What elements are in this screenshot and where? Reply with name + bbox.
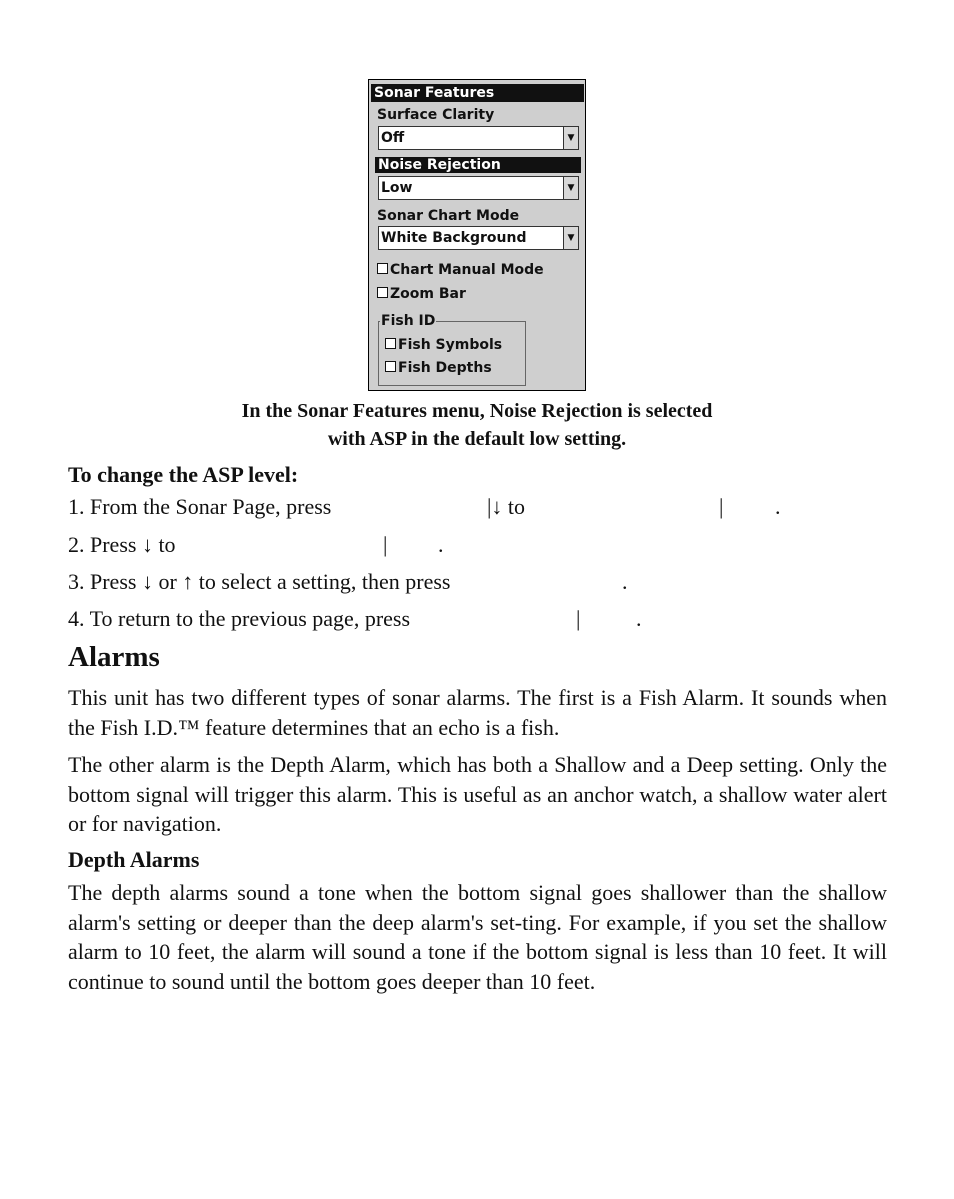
step-3-text: 3. Press ↓ or ↑ to select a setting, the… (68, 569, 451, 594)
step-4-period: . (636, 606, 642, 631)
caption-line-1: In the Sonar Features menu, Noise Reject… (241, 400, 713, 422)
chevron-down-icon: ▼ (563, 177, 578, 199)
checkbox-label: Fish Symbols (398, 337, 503, 353)
dropdown-value: Low (381, 180, 413, 196)
step-1-period: . (775, 494, 781, 519)
manual-page: Sonar Features Surface Clarity Off ▼ Nois… (0, 0, 954, 1199)
zoom-bar-checkbox[interactable]: Zoom Bar (377, 286, 466, 302)
noise-rejection-dropdown[interactable]: Low ▼ (378, 176, 579, 200)
menu-title: Sonar Features (371, 84, 584, 102)
checkbox-icon (385, 361, 396, 372)
checkbox-label: Zoom Bar (390, 286, 466, 302)
chart-manual-mode-checkbox[interactable]: Chart Manual Mode (377, 262, 544, 278)
sonar-chart-mode-label: Sonar Chart Mode (377, 208, 520, 224)
step-2-text: 2. Press ↓ to (68, 532, 176, 557)
step-4-separator: | (576, 606, 581, 631)
surface-clarity-label: Surface Clarity (377, 107, 495, 123)
sonar-features-screenshot: Sonar Features Surface Clarity Off ▼ Nois… (368, 79, 586, 391)
fish-id-label: Fish ID (380, 313, 437, 329)
caption-line-2: with ASP in the default low setting. (327, 428, 627, 450)
chevron-down-icon: ▼ (563, 127, 578, 149)
sonar-chart-mode-dropdown[interactable]: White Background ▼ (378, 226, 579, 250)
step-1-separator: | (719, 494, 724, 519)
step-3-period: . (622, 569, 628, 594)
step-1-text: 1. From the Sonar Page, press (68, 494, 332, 519)
step-4-text: 4. To return to the previous page, press (68, 606, 411, 631)
fish-symbols-checkbox[interactable]: Fish Symbols (385, 337, 502, 353)
checkbox-label: Chart Manual Mode (390, 262, 544, 278)
paragraph-depth-alarm: The other alarm is the Depth Alarm, whic… (68, 752, 887, 836)
dropdown-value: White Background (381, 230, 527, 246)
paragraph-fish-alarm: This unit has two different types of son… (68, 685, 887, 740)
checkbox-icon (377, 287, 388, 298)
chevron-down-icon: ▼ (563, 227, 578, 249)
fish-depths-checkbox[interactable]: Fish Depths (385, 360, 492, 376)
surface-clarity-dropdown[interactable]: Off ▼ (378, 126, 579, 150)
checkbox-icon (377, 263, 388, 274)
steps-heading: To change the ASP level: (68, 462, 299, 487)
paragraph-depth-alarms: The depth alarms sound a tone when the b… (68, 880, 887, 994)
step-1-part: |↓ to (487, 494, 526, 519)
alarms-heading: Alarms (68, 641, 160, 673)
checkbox-icon (385, 338, 396, 349)
dropdown-value: Off (381, 130, 405, 146)
noise-rejection-label-selected[interactable]: Noise Rejection (375, 157, 581, 173)
fish-id-group (378, 321, 526, 386)
depth-alarms-heading: Depth Alarms (68, 847, 200, 872)
step-2-period: . (438, 532, 444, 557)
checkbox-label: Fish Depths (398, 360, 492, 376)
step-2-separator: | (383, 532, 388, 557)
